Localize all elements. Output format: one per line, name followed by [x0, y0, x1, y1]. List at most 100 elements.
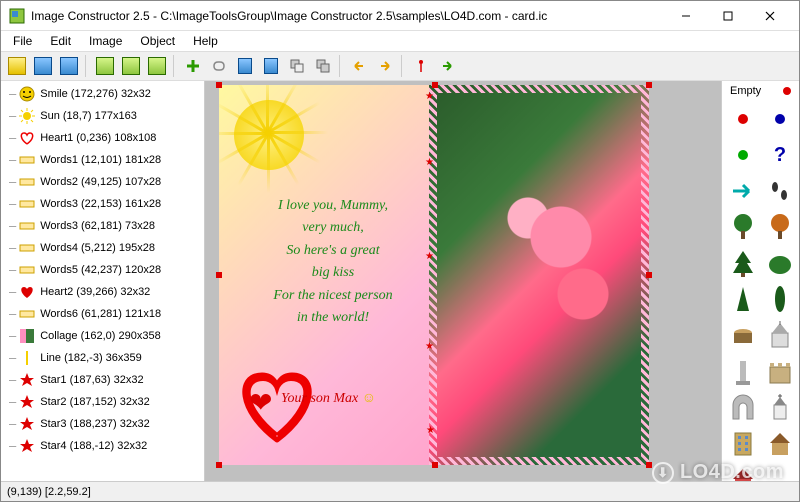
poem-line: in the world! [233, 307, 433, 329]
palette-arch[interactable] [726, 391, 758, 423]
canvas-area[interactable]: I love you, Mummy, very much, So here's … [205, 81, 721, 481]
menu-help[interactable]: Help [185, 32, 226, 50]
tree-item[interactable]: —Words1 (12,101) 181x28 [3, 149, 202, 171]
poem-line: very much, [233, 217, 433, 239]
tree-item[interactable]: —Star2 (187,152) 32x32 [3, 391, 202, 413]
tree-item[interactable]: —Sun (18,7) 177x163 [3, 105, 202, 127]
sun-object[interactable] [219, 85, 339, 205]
tree-item[interactable]: —Heart2 (39,266) 32x32 [3, 281, 202, 303]
tree-item[interactable]: —Star1 (187,63) 32x32 [3, 369, 202, 391]
tree-item[interactable]: —Heart1 (0,236) 108x108 [3, 127, 202, 149]
palette-red-dot[interactable] [726, 103, 758, 135]
selection-handle[interactable] [216, 272, 222, 278]
palette-castle[interactable] [763, 355, 795, 387]
cursor-coords: (9,139) [2.2,59.2] [7, 486, 91, 498]
menu-file[interactable]: File [5, 32, 40, 50]
new-button[interactable] [5, 54, 29, 78]
export-button[interactable] [93, 54, 117, 78]
collage-object[interactable] [429, 85, 649, 465]
tree-item[interactable]: —Star3 (188,237) 32x32 [3, 413, 202, 435]
tree-item[interactable]: —Words3 (62,181) 73x28 [3, 215, 202, 237]
text-icon [18, 173, 36, 191]
palette-stump[interactable] [726, 319, 758, 351]
palette-house-red[interactable] [726, 463, 758, 481]
heart-icon[interactable]: ❤ [249, 386, 272, 419]
palette-tree-round[interactable] [726, 211, 758, 243]
link-button[interactable] [207, 54, 231, 78]
object-tree[interactable]: —Smile (172,276) 32x32—Sun (18,7) 177x16… [1, 81, 205, 481]
download-button[interactable] [145, 54, 169, 78]
tree-item-label: Star3 (188,237) 32x32 [40, 418, 149, 430]
tree-item-label: Star4 (188,-12) 32x32 [40, 440, 147, 452]
red-dot-icon[interactable] [783, 87, 791, 95]
anchor-button[interactable] [409, 54, 433, 78]
tree-item[interactable]: —Words5 (42,237) 120x28 [3, 259, 202, 281]
group-button[interactable] [311, 54, 335, 78]
palette-blue-dot[interactable] [763, 103, 795, 135]
palette-bush[interactable] [763, 247, 795, 279]
tree-item[interactable]: —Star4 (188,-12) 32x32 [3, 435, 202, 457]
palette-house-brown[interactable] [763, 427, 795, 459]
palette-church[interactable] [763, 319, 795, 351]
maximize-button[interactable] [707, 4, 749, 28]
palette-pine[interactable] [726, 247, 758, 279]
selection-handle[interactable] [216, 82, 222, 88]
goto-button[interactable] [435, 54, 459, 78]
signature-text[interactable]: Your son Max ☺ [281, 391, 376, 407]
tree-item[interactable]: —Collage (162,0) 290x358 [3, 325, 202, 347]
menu-edit[interactable]: Edit [42, 32, 79, 50]
palette-conifer[interactable] [726, 283, 758, 315]
palette-green-dot[interactable] [726, 139, 758, 171]
menu-object[interactable]: Object [132, 32, 183, 50]
save-button[interactable] [57, 54, 81, 78]
palette-cypress[interactable] [763, 283, 795, 315]
selection-handle[interactable] [646, 272, 652, 278]
smile-icon [18, 85, 36, 103]
selection-handle[interactable] [432, 82, 438, 88]
palette-tree-autumn[interactable] [763, 211, 795, 243]
minimize-button[interactable] [665, 4, 707, 28]
canvas[interactable]: I love you, Mummy, very much, So here's … [219, 85, 649, 465]
poem-text[interactable]: I love you, Mummy, very much, So here's … [233, 195, 433, 329]
tree-item[interactable]: —Line (182,-3) 36x359 [3, 347, 202, 369]
text-icon [18, 305, 36, 323]
star-marker[interactable]: ★ [425, 91, 433, 99]
star-marker[interactable]: ★ [425, 251, 433, 259]
palette-monument[interactable] [726, 355, 758, 387]
layers-button[interactable] [285, 54, 309, 78]
selection-handle[interactable] [646, 82, 652, 88]
arrow-left-button[interactable] [347, 54, 371, 78]
selection-handle[interactable] [432, 462, 438, 468]
toolbar [1, 51, 799, 81]
heart2-icon [18, 283, 36, 301]
palette-question[interactable]: ? [763, 139, 795, 171]
star-marker[interactable]: ★ [425, 157, 433, 165]
tree-item[interactable]: —Words6 (61,281) 121x18 [3, 303, 202, 325]
import-button[interactable] [119, 54, 143, 78]
paste-doc-button[interactable] [259, 54, 283, 78]
palette-footprints[interactable] [763, 175, 795, 207]
selection-handle[interactable] [646, 462, 652, 468]
copy-doc-button[interactable] [233, 54, 257, 78]
tree-item[interactable]: —Words3 (22,153) 161x28 [3, 193, 202, 215]
star-marker[interactable]: ★ [426, 425, 434, 433]
app-icon [9, 8, 25, 24]
tree-item[interactable]: —Words2 (49,125) 107x28 [3, 171, 202, 193]
palette-building[interactable] [726, 427, 758, 459]
star-marker[interactable]: ★ [425, 341, 433, 349]
open-button[interactable] [31, 54, 55, 78]
tree-item[interactable]: —Words4 (5,212) 195x28 [3, 237, 202, 259]
menu-image[interactable]: Image [81, 32, 130, 50]
palette-arrow-right[interactable] [726, 175, 758, 207]
close-button[interactable] [749, 4, 791, 28]
selection-handle[interactable] [216, 462, 222, 468]
tree-item[interactable]: —Smile (172,276) 32x32 [3, 83, 202, 105]
palette-header: Empty [724, 85, 797, 97]
tree-item-label: Words2 (49,125) 107x28 [40, 176, 161, 188]
add-button[interactable] [181, 54, 205, 78]
text-icon [18, 261, 36, 279]
text-icon [18, 217, 36, 235]
arrow-right-button[interactable] [373, 54, 397, 78]
palette-label: Empty [730, 85, 761, 97]
palette-chapel[interactable] [763, 391, 795, 423]
